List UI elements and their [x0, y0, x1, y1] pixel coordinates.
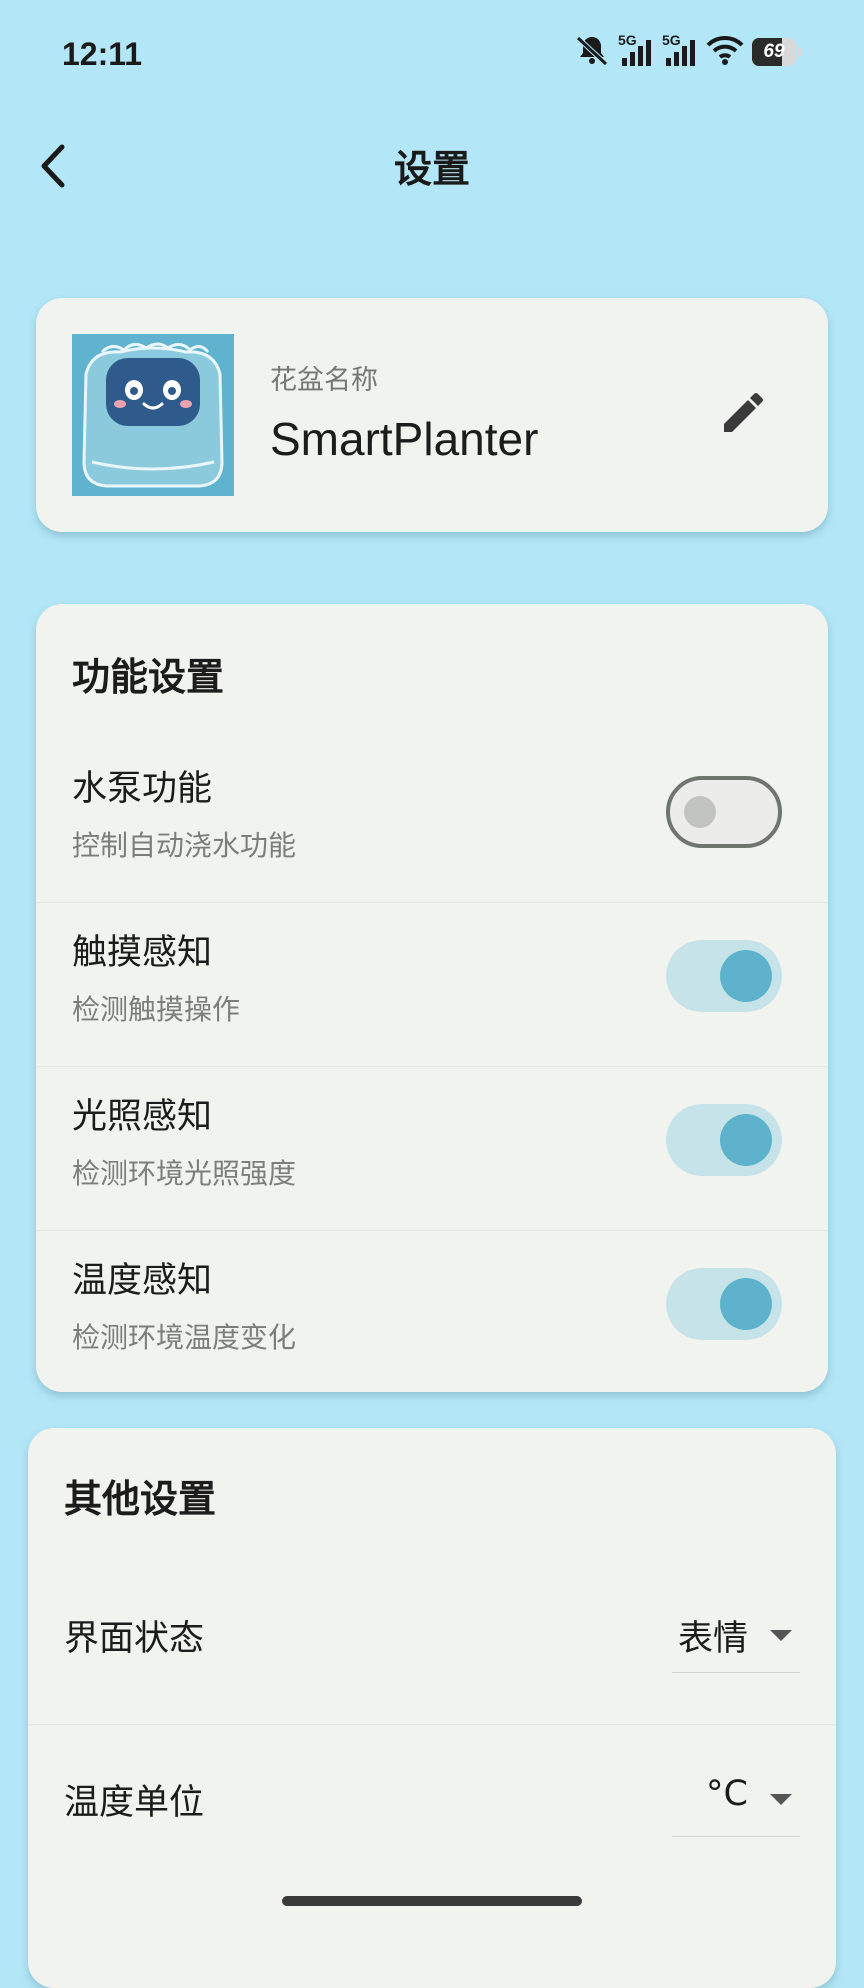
- page-title: 设置: [393, 147, 470, 191]
- signal-icon-1: 5G: [618, 32, 654, 68]
- home-indicator[interactable]: [282, 1896, 582, 1906]
- planter-avatar: [72, 334, 234, 496]
- chevron-down-icon: [770, 1794, 792, 1805]
- mute-icon: [574, 34, 610, 70]
- function-settings-card: 功能设置 水泵功能 控制自动浇水功能 触摸感知 检测触摸操作 光照感知 检测环境…: [36, 604, 828, 1392]
- temperature-unit-dropdown[interactable]: °C: [672, 1764, 800, 1837]
- app-bar: 设置: [0, 120, 864, 210]
- status-icons: 5G 5G 69: [574, 32, 802, 70]
- light-toggle[interactable]: [666, 1104, 782, 1176]
- other-settings-title: 其他设置: [64, 1477, 217, 1521]
- status-bar: 12:11 5G 5G 69: [0, 0, 864, 110]
- select-label: 温度单位: [64, 1783, 205, 1823]
- status-time: 12:11: [62, 36, 143, 72]
- setting-description: 检测触摸操作: [72, 993, 241, 1026]
- touch-toggle[interactable]: [666, 940, 782, 1012]
- setting-description: 控制自动浇水功能: [72, 829, 297, 862]
- setting-title: 光照感知: [72, 1097, 213, 1137]
- setting-row-light: 光照感知 检测环境光照强度: [36, 1066, 828, 1230]
- pencil-icon: [724, 393, 763, 432]
- wifi-icon: [706, 35, 744, 69]
- setting-row-temperature: 温度感知 检测环境温度变化: [36, 1230, 828, 1394]
- setting-description: 检测环境光照强度: [72, 1157, 297, 1190]
- interface-state-dropdown[interactable]: 表情: [672, 1600, 800, 1673]
- planter-name-card: 花盆名称 SmartPlanter: [36, 298, 828, 532]
- setting-row-interface-state: 界面状态 表情: [28, 1560, 836, 1724]
- planter-name-value: SmartPlanter: [270, 413, 539, 465]
- setting-row-touch: 触摸感知 检测触摸操作: [36, 902, 828, 1066]
- setting-row-temperature-unit: 温度单位 °C: [28, 1724, 836, 1888]
- edit-name-button[interactable]: [706, 380, 776, 450]
- function-settings-title: 功能设置: [72, 655, 225, 699]
- setting-title: 触摸感知: [72, 933, 213, 973]
- signal-icon-2: 5G: [662, 32, 698, 68]
- setting-description: 检测环境温度变化: [72, 1321, 297, 1354]
- planter-name-label: 花盆名称: [270, 365, 378, 396]
- select-label: 界面状态: [64, 1619, 205, 1659]
- setting-row-pump: 水泵功能 控制自动浇水功能: [36, 738, 828, 902]
- chevron-down-icon: [770, 1630, 792, 1641]
- temperature-toggle[interactable]: [666, 1268, 782, 1340]
- pump-toggle[interactable]: [666, 776, 782, 848]
- battery-level: 69: [763, 41, 785, 62]
- setting-title: 水泵功能: [72, 769, 213, 809]
- select-value: °C: [706, 1774, 748, 1814]
- setting-title: 温度感知: [72, 1261, 213, 1301]
- select-value: 表情: [677, 1619, 748, 1659]
- battery-icon: 69: [752, 38, 802, 66]
